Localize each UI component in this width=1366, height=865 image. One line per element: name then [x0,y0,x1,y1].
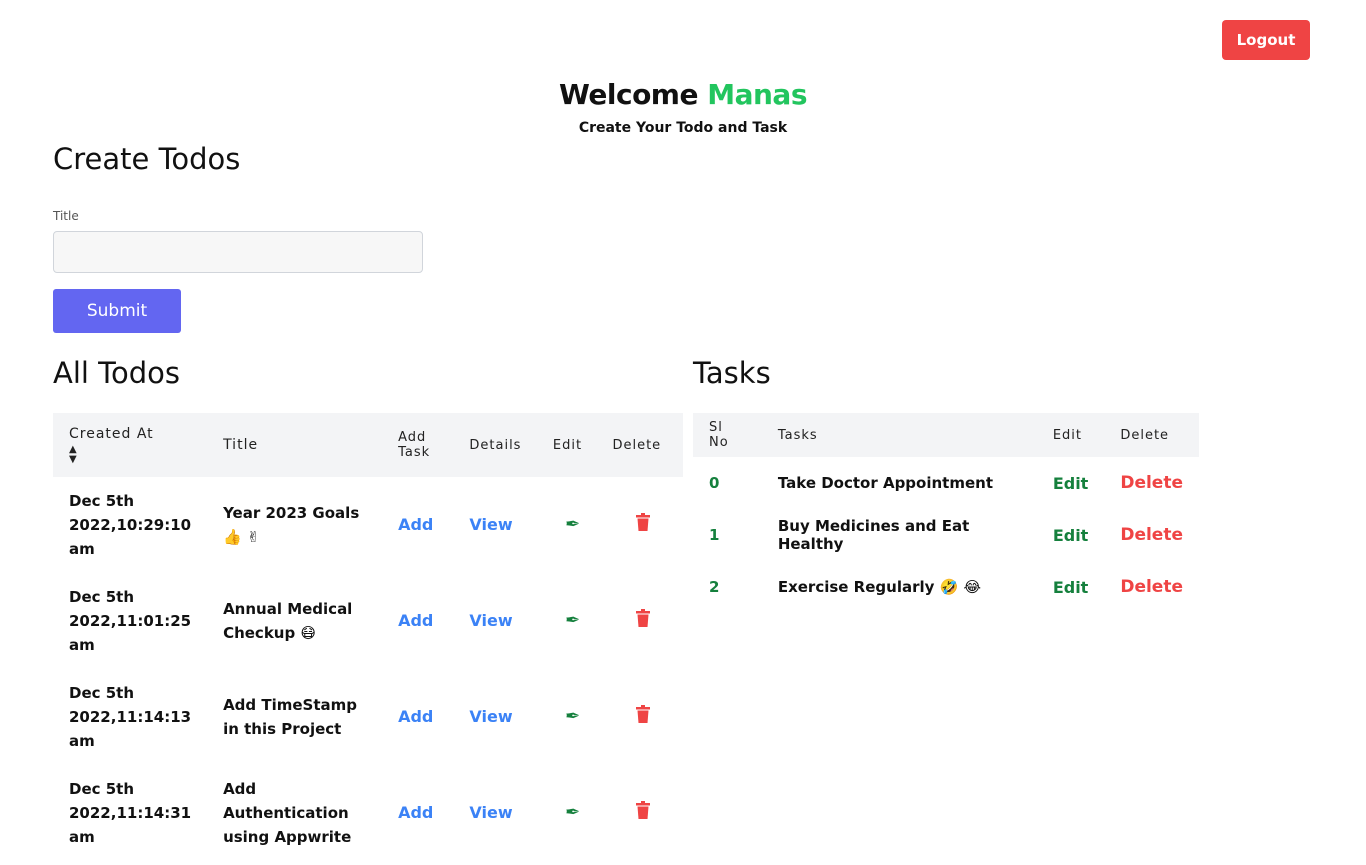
task-delete-header: Delete [1120,427,1170,443]
trash-icon[interactable] [635,704,651,730]
trash-icon[interactable] [635,608,651,634]
view-details-link[interactable]: View [469,803,512,822]
task-delete-link[interactable]: Delete [1120,577,1183,597]
created-at-cell: Dec 5th 2022,11:01:25 am [69,588,192,654]
view-details-link[interactable]: View [469,611,512,630]
todos-table: Created At ▲ ▼ Title Add Task Details Edi… [53,413,683,861]
sort-icon[interactable]: ▲ ▼ [69,444,191,465]
task-cell: Take Doctor Appointment [777,474,993,492]
tasks-header: Tasks [777,427,818,443]
user-name: Manas [707,78,807,111]
view-details-link[interactable]: View [469,515,512,534]
sl-no-cell: 1 [709,526,720,544]
task-cell: Buy Medicines and Eat Healthy [777,517,970,553]
pen-icon[interactable]: ✒ [565,802,580,823]
todo-title-cell: Year 2023 Goals 👍 ✌ [223,504,360,546]
trash-icon[interactable] [635,800,651,826]
table-row: Dec 5th 2022,11:14:31 am Add Authenticat… [53,765,683,861]
table-row: 1 Buy Medicines and Eat Healthy Edit Del… [693,509,1199,561]
task-edit-header: Edit [1052,427,1082,443]
pen-icon[interactable]: ✒ [565,514,580,535]
title-input[interactable] [53,231,423,273]
task-delete-link[interactable]: Delete [1120,473,1183,493]
task-edit-link[interactable]: Edit [1053,526,1089,545]
todo-title-cell: Add TimeStamp in this Project [223,696,358,738]
table-row: 0 Take Doctor Appointment Edit Delete [693,457,1199,509]
add-task-link[interactable]: Add [398,707,433,726]
pen-icon[interactable]: ✒ [565,706,580,727]
todo-title-cell: Add Authentication using Appwrite [223,780,352,846]
add-task-header: Add Task [398,430,431,460]
details-header: Details [469,437,522,453]
create-todos-heading: Create Todos [53,142,241,176]
sl-no-header: Sl No [709,420,729,450]
task-edit-link[interactable]: Edit [1053,578,1089,597]
add-task-link[interactable]: Add [398,803,433,822]
created-at-header[interactable]: Created At ▲ ▼ [53,413,207,477]
created-at-cell: Dec 5th 2022,11:14:13 am [69,684,192,750]
add-task-link[interactable]: Add [398,515,433,534]
tasks-header-row: Sl No Tasks Edit Delete [693,413,1199,457]
todos-header-row: Created At ▲ ▼ Title Add Task Details Edi… [53,413,683,477]
tasks-table: Sl No Tasks Edit Delete 0 Take Doctor Ap… [693,413,1199,613]
created-at-cell: Dec 5th 2022,11:14:31 am [69,780,192,846]
sl-no-cell: 2 [709,578,720,596]
sl-no-cell: 0 [709,474,720,492]
title-label: Title [53,209,79,223]
created-at-header-label: Created At [69,425,154,442]
title-header: Title [223,437,259,453]
table-row: Dec 5th 2022,11:14:13 am Add TimeStamp i… [53,669,683,765]
page-subtitle: Create Your Todo and Task [578,120,788,136]
welcome-prefix: Welcome [559,78,698,111]
edit-header: Edit [552,437,583,453]
welcome-heading: Welcome Manas [0,78,1366,111]
all-todos-heading: All Todos [53,356,180,390]
trash-icon[interactable] [635,512,651,538]
created-at-cell: Dec 5th 2022,10:29:10 am [69,492,192,558]
task-cell: Exercise Regularly 🤣 😂 [777,578,982,596]
delete-header: Delete [612,437,662,453]
logout-button[interactable]: Logout [1222,20,1310,60]
table-row: 2 Exercise Regularly 🤣 😂 Edit Delete [693,561,1199,613]
table-row: Dec 5th 2022,11:01:25 am Annual Medical … [53,573,683,669]
task-delete-link[interactable]: Delete [1120,525,1183,545]
submit-button[interactable]: Submit [53,289,181,333]
pen-icon[interactable]: ✒ [565,610,580,631]
task-edit-link[interactable]: Edit [1053,474,1089,493]
todo-title-cell: Annual Medical Checkup 😷 [223,600,353,642]
table-row: Dec 5th 2022,10:29:10 am Year 2023 Goals… [53,477,683,573]
view-details-link[interactable]: View [469,707,512,726]
tasks-heading: Tasks [693,356,771,390]
add-task-link[interactable]: Add [398,611,433,630]
